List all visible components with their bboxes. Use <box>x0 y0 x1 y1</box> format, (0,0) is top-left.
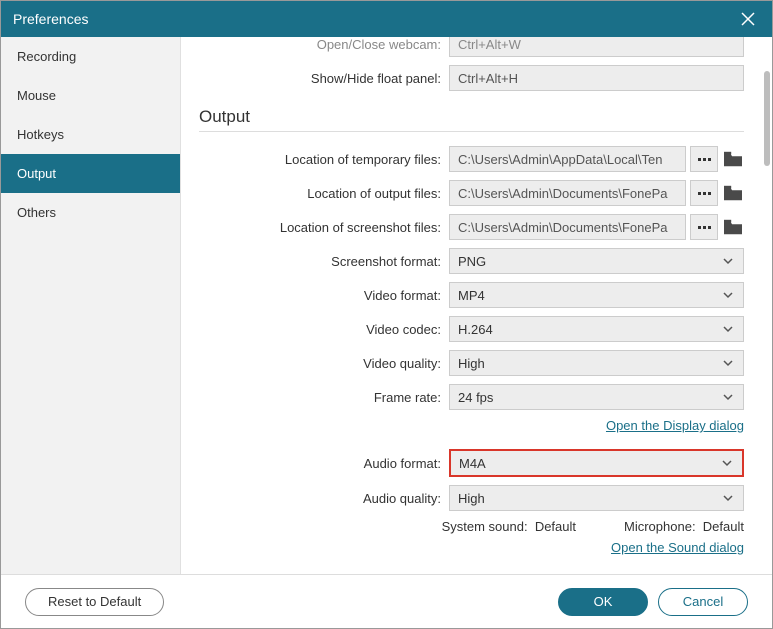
video-format-select[interactable]: MP4 <box>449 282 744 308</box>
screenshot-files-field[interactable]: C:\Users\Admin\Documents\FonePa <box>449 214 686 240</box>
sound-dialog-link[interactable]: Open the Sound dialog <box>611 540 744 555</box>
frame-rate-select[interactable]: 24 fps <box>449 384 744 410</box>
video-codec-label: Video codec: <box>199 322 449 337</box>
ellipsis-icon <box>698 158 711 161</box>
audio-format-label: Audio format: <box>199 456 449 471</box>
video-quality-label: Video quality: <box>199 356 449 371</box>
audio-format-select[interactable]: M4A <box>449 449 744 477</box>
body: Recording Mouse Hotkeys Output Others Op… <box>1 37 772 574</box>
output-files-field[interactable]: C:\Users\Admin\Documents\FonePa <box>449 180 686 206</box>
window-title: Preferences <box>13 11 88 27</box>
scrollbar-thumb[interactable] <box>764 71 770 166</box>
video-quality-select[interactable]: High <box>449 350 744 376</box>
audio-quality-value: High <box>458 491 485 506</box>
content: Open/Close webcam: Ctrl+Alt+W Show/Hide … <box>181 37 772 574</box>
video-format-label: Video format: <box>199 288 449 303</box>
output-files-browse-button[interactable] <box>690 180 718 206</box>
video-format-value: MP4 <box>458 288 485 303</box>
footer: Reset to Default OK Cancel <box>1 574 772 628</box>
cancel-button[interactable]: Cancel <box>658 588 748 616</box>
display-dialog-link[interactable]: Open the Display dialog <box>606 418 744 433</box>
temp-files-folder-icon[interactable] <box>722 150 744 168</box>
temp-files-field[interactable]: C:\Users\Admin\AppData\Local\Ten <box>449 146 686 172</box>
preferences-window: Preferences Recording Mouse Hotkeys Outp… <box>0 0 773 629</box>
close-button[interactable] <box>736 7 760 31</box>
screenshot-format-label: Screenshot format: <box>199 254 449 269</box>
screenshot-format-select[interactable]: PNG <box>449 248 744 274</box>
reset-button[interactable]: Reset to Default <box>25 588 164 616</box>
sidebar-item-output[interactable]: Output <box>1 154 180 193</box>
video-codec-value: H.264 <box>458 322 493 337</box>
audio-quality-select[interactable]: High <box>449 485 744 511</box>
output-files-label: Location of output files: <box>199 186 449 201</box>
chevron-down-icon <box>721 356 735 370</box>
audio-quality-label: Audio quality: <box>199 491 449 506</box>
frame-rate-value: 24 fps <box>458 390 493 405</box>
output-files-folder-icon[interactable] <box>722 184 744 202</box>
screenshot-files-browse-button[interactable] <box>690 214 718 240</box>
sidebar-item-hotkeys[interactable]: Hotkeys <box>1 115 180 154</box>
chevron-down-icon <box>720 456 734 470</box>
audio-device-info: System sound: Default Microphone: Defaul… <box>199 519 744 534</box>
webcam-hotkey-field[interactable]: Ctrl+Alt+W <box>449 37 744 57</box>
system-sound-info: System sound: Default <box>442 519 576 534</box>
chevron-down-icon <box>721 390 735 404</box>
chevron-down-icon <box>721 491 735 505</box>
scroll-area: Open/Close webcam: Ctrl+Alt+W Show/Hide … <box>181 37 762 574</box>
screenshot-files-label: Location of screenshot files: <box>199 220 449 235</box>
chevron-down-icon <box>721 288 735 302</box>
output-section-title: Output <box>199 107 744 127</box>
close-icon <box>740 11 756 27</box>
temp-files-label: Location of temporary files: <box>199 152 449 167</box>
ellipsis-icon <box>698 192 711 195</box>
microphone-info: Microphone: Default <box>624 519 744 534</box>
frame-rate-label: Frame rate: <box>199 390 449 405</box>
sidebar-item-others[interactable]: Others <box>1 193 180 232</box>
ok-button[interactable]: OK <box>558 588 648 616</box>
audio-format-value: M4A <box>459 456 486 471</box>
chevron-down-icon <box>721 254 735 268</box>
video-quality-value: High <box>458 356 485 371</box>
temp-files-browse-button[interactable] <box>690 146 718 172</box>
sidebar-item-recording[interactable]: Recording <box>1 37 180 76</box>
titlebar: Preferences <box>1 1 772 37</box>
screenshot-files-folder-icon[interactable] <box>722 218 744 236</box>
screenshot-format-value: PNG <box>458 254 486 269</box>
video-codec-select[interactable]: H.264 <box>449 316 744 342</box>
float-panel-hotkey-field[interactable]: Ctrl+Alt+H <box>449 65 744 91</box>
float-panel-label: Show/Hide float panel: <box>199 71 449 86</box>
section-divider <box>199 131 744 132</box>
ellipsis-icon <box>698 226 711 229</box>
sidebar-item-mouse[interactable]: Mouse <box>1 76 180 115</box>
chevron-down-icon <box>721 322 735 336</box>
webcam-label: Open/Close webcam: <box>199 37 449 52</box>
sidebar: Recording Mouse Hotkeys Output Others <box>1 37 181 574</box>
